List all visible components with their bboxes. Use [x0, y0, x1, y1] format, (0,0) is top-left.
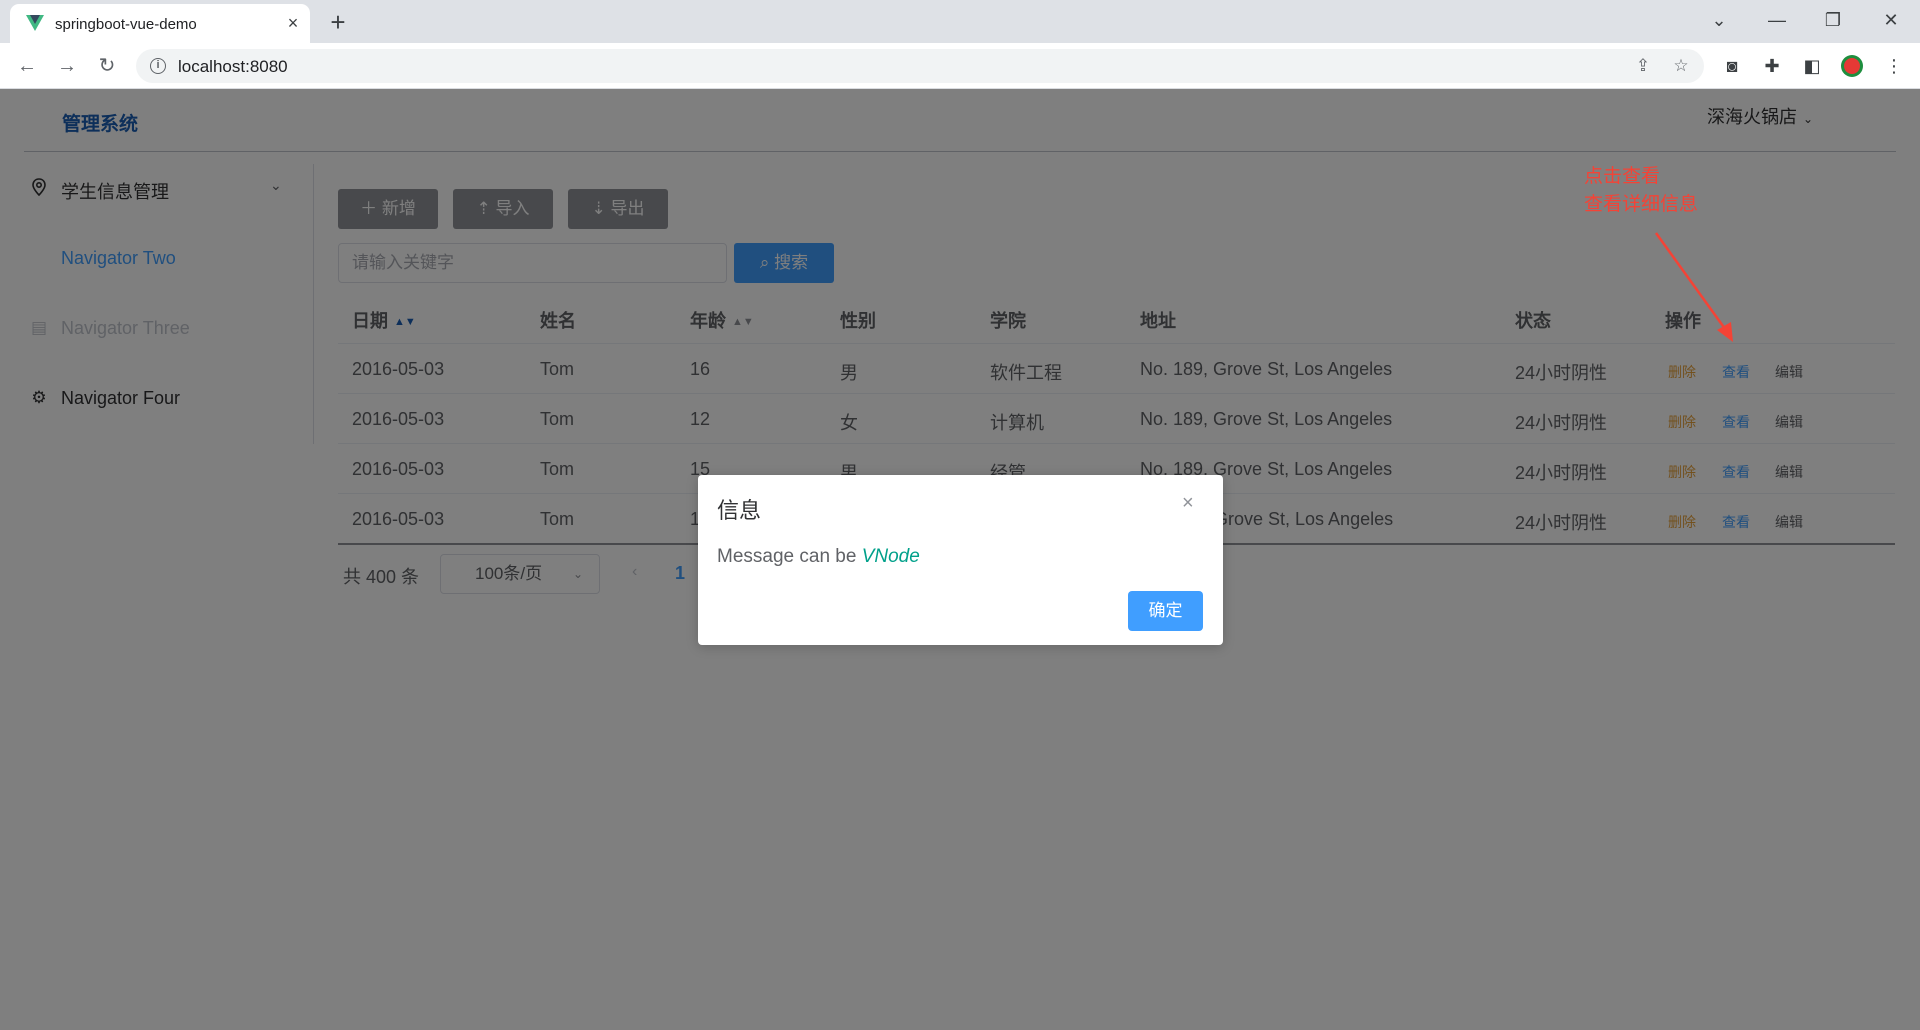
tab-title: springboot-vue-demo: [55, 16, 197, 33]
bookmark-star-icon[interactable]: ☆: [1670, 55, 1692, 77]
vue-logo-icon: [26, 15, 44, 31]
dialog-message: Message can be VNode: [717, 546, 920, 567]
site-info-icon[interactable]: i: [150, 58, 166, 74]
browser-menu-icon[interactable]: ⋮: [1882, 54, 1906, 78]
back-button[interactable]: ←: [13, 52, 41, 80]
address-bar[interactable]: i localhost:8080 ⇪ ☆: [136, 49, 1704, 83]
dialog-message-emphasis: VNode: [861, 546, 920, 567]
annotation-line-1: 点击查看: [1584, 166, 1661, 187]
message-dialog: 信息 × Message can be VNode 确定: [698, 475, 1223, 645]
profile-avatar[interactable]: [1840, 54, 1864, 78]
browser-toolbar: ← → ↻ i localhost:8080 ⇪ ☆ ◙ ✚ ◧ ⋮: [0, 43, 1920, 89]
tab-close-icon[interactable]: ×: [282, 12, 304, 34]
browser-tab-strip: springboot-vue-demo × + ⌄ — ❐ ✕: [0, 0, 1920, 43]
url-text[interactable]: localhost:8080: [178, 57, 288, 77]
dialog-title: 信息: [717, 498, 762, 523]
minimize-button[interactable]: —: [1757, 6, 1797, 34]
confirm-button[interactable]: 确定: [1128, 591, 1203, 631]
restore-button[interactable]: ❐: [1813, 6, 1853, 34]
close-icon[interactable]: ×: [1182, 492, 1194, 515]
side-panel-icon[interactable]: ◧: [1800, 54, 1824, 78]
puzzle-icon[interactable]: ✚: [1760, 54, 1784, 78]
reload-button[interactable]: ↻: [93, 52, 121, 80]
tab-search-icon[interactable]: ⌄: [1699, 6, 1739, 34]
browser-tab[interactable]: springboot-vue-demo ×: [10, 4, 310, 43]
close-window-button[interactable]: ✕: [1871, 6, 1911, 34]
extension-icon[interactable]: ◙: [1720, 54, 1744, 78]
new-tab-button[interactable]: +: [324, 8, 352, 36]
forward-button[interactable]: →: [53, 52, 81, 80]
annotation-text: 点击查看 查看详细信息: [1584, 163, 1698, 219]
annotation-line-2: 查看详细信息: [1584, 194, 1699, 215]
share-icon[interactable]: ⇪: [1632, 55, 1654, 77]
